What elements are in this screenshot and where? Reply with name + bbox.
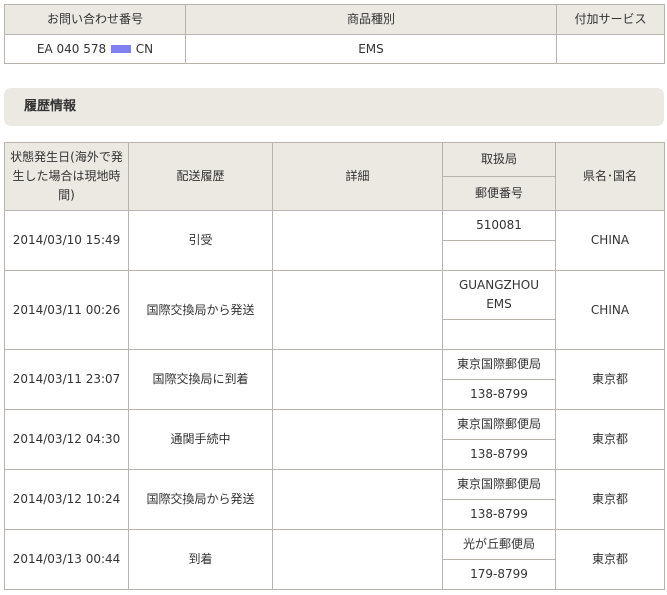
region-cell: CHINA [555,270,665,350]
history-header-row: 状態発生日(海外で発生した場合は現地時間) 配送履歴 詳細 取扱局 県名･国名 [4,142,665,211]
region-cell: CHINA [555,210,665,271]
detail-cell [272,409,443,470]
status-cell: 到着 [128,529,273,590]
table-row: 2014/03/13 00:44 到着 光が丘郵便局 東京都 [4,529,665,590]
detail-header: 詳細 [272,142,443,211]
datetime-cell: 2014/03/10 15:49 [4,210,129,271]
history-section-title: 履歴情報 [24,99,77,114]
tracking-number-cell: EA 040 578 CN [4,34,186,64]
summary-header-row: お問い合わせ番号 商品種別 付加サービス [4,4,665,35]
status-header: 配送履歴 [128,142,273,211]
office-cell: 東京国際郵便局 [442,409,556,440]
datetime-cell: 2014/03/13 00:44 [4,529,129,590]
detail-cell [272,210,443,271]
product-type-header: 商品種別 [185,4,557,35]
status-cell: 通関手続中 [128,409,273,470]
datetime-cell: 2014/03/11 00:26 [4,270,129,350]
office-cell: GUANGZHOU EMS [442,270,556,320]
office-cell: 東京国際郵便局 [442,469,556,500]
region-cell: 東京都 [555,529,665,590]
datetime-cell: 2014/03/12 10:24 [4,469,129,530]
office-header: 取扱局 [442,142,556,177]
additional-service-value [556,34,665,64]
region-cell: 東京都 [555,349,665,410]
office-cell: 光が丘郵便局 [442,529,556,560]
table-row: 2014/03/11 00:26 国際交換局から発送 GUANGZHOU EMS… [4,270,665,350]
product-type-value: EMS [185,34,557,64]
additional-service-header: 付加サービス [556,4,665,35]
summary-table: お問い合わせ番号 商品種別 付加サービス EA 040 578 CN EMS [4,4,665,64]
postal-cell: 138-8799 [442,439,556,470]
office-cell: 510081 [442,210,556,241]
summary-data-row: EA 040 578 CN EMS [4,34,665,64]
status-cell: 国際交換局から発送 [128,469,273,530]
table-row: 2014/03/11 23:07 国際交換局に到着 東京国際郵便局 東京都 [4,349,665,410]
datetime-cell: 2014/03/11 23:07 [4,349,129,410]
status-cell: 国際交換局から発送 [128,270,273,350]
history-table: 状態発生日(海外で発生した場合は現地時間) 配送履歴 詳細 取扱局 県名･国名 … [4,142,665,590]
status-cell: 国際交換局に到着 [128,349,273,410]
redaction-mark [110,45,131,53]
region-header: 県名･国名 [555,142,665,211]
office-cell: 東京国際郵便局 [442,349,556,380]
detail-cell [272,349,443,410]
detail-cell [272,270,443,350]
status-cell: 引受 [128,210,273,271]
tracking-number-prefix: EA 040 578 [36,41,107,56]
postal-header: 郵便番号 [442,176,556,211]
table-row: 2014/03/12 04:30 通関手続中 東京国際郵便局 東京都 [4,409,665,470]
datetime-header: 状態発生日(海外で発生した場合は現地時間) [4,142,129,211]
postal-cell [442,319,556,350]
datetime-cell: 2014/03/12 04:30 [4,409,129,470]
postal-cell: 179-8799 [442,559,556,590]
postal-cell [442,240,556,271]
table-row: 2014/03/12 10:24 国際交換局から発送 東京国際郵便局 東京都 [4,469,665,530]
postal-cell: 138-8799 [442,379,556,410]
tracking-number-header: お問い合わせ番号 [4,4,186,35]
region-cell: 東京都 [555,469,665,530]
detail-cell [272,529,443,590]
region-cell: 東京都 [555,409,665,470]
detail-cell [272,469,443,530]
table-row: 2014/03/10 15:49 引受 510081 CHINA [4,210,665,271]
postal-cell: 138-8799 [442,499,556,530]
tracking-number-suffix: CN [135,41,154,56]
history-section-header: 履歴情報 [4,88,664,126]
